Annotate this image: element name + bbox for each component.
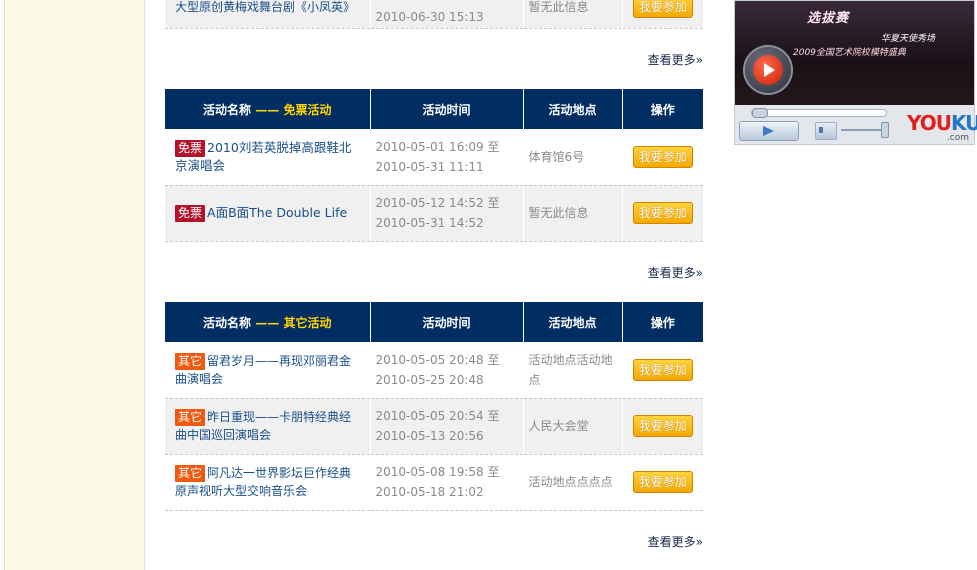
activity-name-cell: 其它 阿凡达一世界影坛巨作经典原声视听大型交响音乐会	[165, 454, 371, 511]
header-activity-place: 活动地点	[523, 89, 623, 129]
activity-name-cell: 免票 A面B面The Double Life	[165, 185, 371, 242]
activity-time-cell: 2010-06-30 15:13	[370, 0, 524, 29]
join-button[interactable]: 我要参加	[632, 358, 693, 381]
table-row: 免票 A面B面The Double Life 2010-05-12 14:52 至…	[165, 185, 703, 242]
activity-link[interactable]: 大型原创黄梅戏舞台剧《小凤英》	[175, 0, 355, 14]
free-activity-table: 活动名称 —— 免票活动 活动时间 活动地点 操作 免票 2010刘若英脱掉高跟鞋…	[165, 89, 703, 242]
view-more-link[interactable]: 查看更多»	[648, 264, 703, 281]
activity-place: 活动地点活动地点	[523, 342, 623, 399]
table-row: 其它 昨日重现——卡朋特经典经曲中国巡回演唱会 2010-05-05 20:54 …	[165, 398, 703, 455]
video-banner-title: 选拔赛	[807, 11, 850, 26]
join-button[interactable]: 我要参加	[632, 0, 693, 18]
video-player: 选拔赛 2009全国艺术院校模特盛典 华夏天使秀场 YOUKU .com	[734, 0, 977, 145]
activity-time-cell: 2010-05-12 14:52 至 2010-05-31 14:52	[370, 185, 524, 242]
activity-time-end: 2010-05-25 20:48	[375, 372, 484, 387]
activity-time-start: 2010-05-08 19:58 至	[375, 465, 500, 479]
video-banner-right: 华夏天使秀场	[881, 34, 936, 44]
activity-op-cell: 我要参加	[622, 342, 703, 399]
activity-link[interactable]: A面B面The Double Life	[207, 205, 347, 220]
youku-logo: YOUKU .com	[907, 111, 977, 143]
activity-time-start: 2010-05-05 20:54 至	[375, 409, 500, 423]
volume-icon[interactable]	[815, 122, 837, 140]
activity-place: 暂无此信息	[523, 0, 623, 29]
header-activity-time: 活动时间	[370, 302, 524, 342]
big-play-icon[interactable]	[743, 45, 793, 95]
table-row: 大型原创黄梅戏舞台剧《小凤英》 2010-06-30 15:13 暂无此信息 我…	[165, 0, 703, 29]
free-ticket-badge: 免票	[175, 205, 206, 222]
progress-knob[interactable]	[752, 108, 768, 118]
other-activity-badge: 其它	[175, 352, 206, 370]
table-row: 其它 留君岁月——再现邓丽君金曲演唱会 2010-05-05 20:48 至 20…	[165, 342, 703, 399]
other-activity-badge: 其它	[175, 465, 206, 482]
play-button-icon[interactable]	[739, 121, 799, 141]
table-row: 其它 阿凡达一世界影坛巨作经典原声视听大型交响音乐会 2010-05-08 19:…	[165, 454, 703, 511]
activity-time-start: 2010-05-01 16:09 至	[375, 139, 500, 154]
video-banner-subtitle: 2009全国艺术院校模特盛典	[793, 48, 906, 58]
header-operation: 操作	[622, 302, 703, 342]
view-more-link[interactable]: 查看更多»	[648, 51, 703, 68]
activity-op-cell: 我要参加	[622, 398, 703, 455]
left-sidebar-strip	[4, 0, 145, 570]
table-row: 免票 2010刘若英脱掉高跟鞋北京演唱会 2010-05-01 16:09 至 2…	[165, 129, 703, 186]
table-header-row: 活动名称 —— 免票活动 活动时间 活动地点 操作	[165, 89, 703, 129]
table-header-row: 活动名称 —— 其它活动 活动时间 活动地点 操作	[165, 302, 703, 342]
activity-name-cell: 大型原创黄梅戏舞台剧《小凤英》	[165, 0, 371, 29]
header-activity-name: 活动名称 —— 免票活动	[165, 89, 371, 129]
activity-name-cell: 其它 昨日重现——卡朋特经典经曲中国巡回演唱会	[165, 398, 371, 455]
activity-time-cell: 2010-05-05 20:54 至 2010-05-13 20:56	[370, 398, 524, 455]
activity-time-end: 2010-05-31 11:11	[375, 159, 484, 174]
activity-time-cell: 2010-05-05 20:48 至 2010-05-25 20:48	[370, 342, 524, 399]
volume-knob[interactable]	[881, 122, 889, 138]
free-ticket-badge: 免票	[175, 139, 206, 157]
activity-op-cell: 我要参加	[622, 0, 703, 29]
activity-place: 人民大会堂	[523, 398, 623, 455]
activity-time-cell: 2010-05-01 16:09 至 2010-05-31 11:11	[370, 129, 524, 186]
video-screen[interactable]: 选拔赛 2009全国艺术院校模特盛典 华夏天使秀场	[735, 1, 974, 105]
activity-time-end: 2010-05-13 20:56	[375, 429, 484, 443]
activity-name-cell: 其它 留君岁月——再现邓丽君金曲演唱会	[165, 342, 371, 399]
join-button[interactable]: 我要参加	[632, 471, 693, 493]
activity-op-cell: 我要参加	[622, 129, 703, 186]
activity-name-cell: 免票 2010刘若英脱掉高跟鞋北京演唱会	[165, 129, 371, 186]
activity-op-cell: 我要参加	[622, 185, 703, 242]
other-activity-badge: 其它	[175, 409, 206, 426]
activity-time-start: 2010-05-12 14:52 至	[375, 196, 500, 210]
activity-time-end: 2010-06-30 15:13	[375, 9, 484, 24]
view-more-link[interactable]: 查看更多»	[648, 533, 703, 550]
join-button[interactable]: 我要参加	[632, 202, 693, 224]
activity-time-end: 2010-05-18 21:02	[375, 485, 484, 499]
top-activity-table-partial: 大型原创黄梅戏舞台剧《小凤英》 2010-06-30 15:13 暂无此信息 我…	[165, 0, 703, 29]
join-button[interactable]: 我要参加	[632, 415, 693, 437]
activity-place: 活动地点点点点	[523, 454, 623, 511]
activity-time-start: 2010-05-05 20:48 至	[375, 352, 500, 367]
header-category: 其它活动	[283, 315, 332, 330]
activity-place: 体育馆6号	[523, 129, 623, 186]
activity-place: 暂无此信息	[523, 185, 623, 242]
header-operation: 操作	[622, 89, 703, 129]
header-activity-time: 活动时间	[370, 89, 524, 129]
header-category: 免票活动	[283, 102, 332, 117]
join-button[interactable]: 我要参加	[632, 145, 693, 168]
activity-time-end: 2010-05-31 14:52	[375, 216, 484, 230]
activity-op-cell: 我要参加	[622, 454, 703, 511]
header-activity-name: 活动名称 —— 其它活动	[165, 302, 371, 342]
other-activity-table: 活动名称 —— 其它活动 活动时间 活动地点 操作 其它 留君岁月——再现邓丽君金…	[165, 302, 703, 511]
header-activity-place: 活动地点	[523, 302, 623, 342]
activity-time-cell: 2010-05-08 19:58 至 2010-05-18 21:02	[370, 454, 524, 511]
video-progress-bar[interactable]	[751, 108, 887, 118]
